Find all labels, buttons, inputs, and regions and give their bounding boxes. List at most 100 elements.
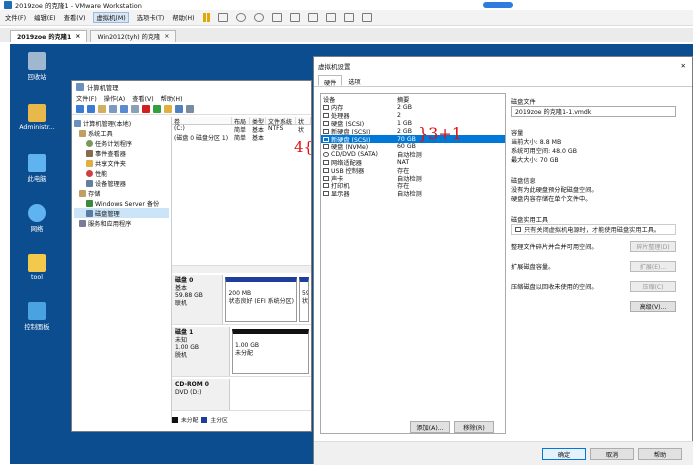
list-icon[interactable] — [131, 104, 139, 113]
tree-item-shared-folders[interactable]: 共享文件夹 — [74, 158, 169, 168]
compact-button[interactable]: 压缩(C) — [630, 281, 676, 292]
tree-item-storage[interactable]: 存储 — [74, 188, 169, 198]
back-icon[interactable] — [76, 104, 84, 113]
cm-menu-file[interactable]: 文件(F) — [76, 94, 97, 103]
send-ctrl-alt-del-icon[interactable] — [217, 13, 228, 22]
legend-label: 未分配 — [181, 418, 199, 424]
menu-vm[interactable]: 虚拟机(M) — [93, 12, 129, 23]
menu-view[interactable]: 查看(V) — [64, 13, 86, 22]
col-status[interactable]: 状 — [296, 117, 311, 126]
advanced-button[interactable]: 高级(V)... — [630, 301, 676, 312]
annotation-left: 4{ — [294, 138, 314, 156]
disk-1-label[interactable]: 磁盘 1 未知 1.00 GB 脱机 — [172, 327, 230, 376]
device-row-display[interactable]: 显示器 自动检测 — [321, 190, 505, 198]
help-icon[interactable] — [120, 104, 128, 113]
close-icon[interactable]: ✕ — [681, 62, 686, 70]
tree-item-event-viewer[interactable]: 事件查看器 — [74, 148, 169, 158]
col-summary[interactable]: 摘要 — [397, 95, 505, 104]
menu-help[interactable]: 帮助(H) — [172, 13, 194, 22]
disk-0-label[interactable]: 磁盘 0 基本 59.88 GB 联机 — [172, 275, 224, 324]
partition-c[interactable]: 59 状 — [299, 277, 309, 322]
search-icon[interactable] — [175, 104, 183, 113]
tab-hardware[interactable]: 硬件 — [318, 75, 343, 87]
tree-item-services-apps[interactable]: 服务和应用程序 — [74, 218, 169, 228]
snapshot-manager-icon[interactable] — [271, 13, 282, 22]
tree-item-task-scheduler[interactable]: 任务计划程序 — [74, 138, 169, 148]
fullscreen-icon[interactable] — [325, 13, 336, 22]
unity-icon[interactable] — [343, 13, 354, 22]
monitor-icon — [323, 191, 329, 197]
ok-button[interactable]: 确定 — [542, 448, 586, 460]
menu-edit[interactable]: 编辑(E) — [34, 13, 56, 22]
fullscreen-toolbar-handle[interactable] — [483, 2, 513, 8]
cdrom-0-label[interactable]: CD-ROM 0 DVD (D:) — [172, 379, 230, 410]
tree-item-device-manager[interactable]: 设备管理器 — [74, 178, 169, 188]
tree-item-windows-server-backup[interactable]: Windows Server 备份 — [74, 198, 169, 208]
tree-label: 存储 — [88, 190, 101, 198]
thumbnail-view-icon[interactable] — [307, 13, 318, 22]
horizontal-scrollbar[interactable] — [172, 265, 311, 273]
disk-status: 脱机 — [175, 351, 188, 359]
defragment-button[interactable]: 碎片整理(D) — [630, 241, 676, 252]
cm-menu-view[interactable]: 查看(V) — [132, 94, 153, 103]
help-button[interactable]: 帮助 — [638, 448, 682, 460]
col-type[interactable]: 类型 — [250, 117, 266, 126]
check-icon[interactable] — [153, 104, 161, 113]
tab-vm-2019zoe-clone[interactable]: 2019zoe 的克隆1 × — [10, 30, 88, 42]
volume-row[interactable]: (磁盘 0 磁盘分区 1) 简单 基本 — [172, 133, 311, 142]
tab-options[interactable]: 选项 — [343, 75, 365, 86]
snapshot-icon[interactable] — [235, 13, 246, 22]
event-log-icon — [86, 149, 93, 157]
cm-menu-action[interactable]: 操作(A) — [104, 94, 125, 103]
close-icon[interactable]: × — [75, 33, 80, 40]
desktop-icon-administrator[interactable]: Administr... — [14, 104, 60, 131]
tree-label: 性能 — [95, 170, 108, 178]
desktop-icon-recycle-bin[interactable]: 回收站 — [14, 52, 60, 81]
storage-icon — [79, 189, 86, 197]
desktop-icon-tool[interactable]: tool — [14, 254, 60, 281]
tab-vm-win2012-clone[interactable]: Win2012(tyh) 的克隆 × — [90, 30, 177, 42]
network-icon — [28, 204, 46, 222]
disk-file-field[interactable]: 2019zoe 的克隆1-1.vmdk — [511, 106, 676, 117]
up-icon[interactable] — [98, 104, 106, 113]
annotation-right: }3+1 — [418, 124, 462, 143]
forward-icon[interactable] — [87, 104, 95, 113]
cancel-button[interactable]: 取消 — [590, 448, 634, 460]
capacity-section: 容量 当前大小: 8.8 MB 系统可用空间: 48.0 GB 最大大小: 70… — [511, 129, 676, 165]
desktop-icon-network[interactable]: 网络 — [14, 204, 60, 233]
device-name: 硬盘 (NVMe) — [331, 144, 369, 152]
partition-efi[interactable]: 200 MB 状态良好 (EFI 系统分区) — [225, 277, 297, 322]
util-text: 扩展磁盘容量。 — [511, 264, 555, 271]
properties-icon[interactable] — [109, 104, 117, 113]
pause-icon[interactable] — [202, 13, 210, 22]
remove-hardware-button[interactable]: 移除(R) — [454, 421, 494, 433]
disk-icon[interactable] — [186, 104, 194, 113]
revert-snapshot-icon[interactable] — [253, 13, 264, 22]
console-view-icon[interactable] — [361, 13, 372, 22]
col-volume[interactable]: 卷 — [172, 117, 232, 126]
menu-file[interactable]: 文件(F) — [5, 13, 26, 22]
col-device[interactable]: 设备 — [321, 95, 397, 104]
partition-unallocated[interactable]: 1.00 GB 未分配 — [232, 329, 309, 374]
device-summary: 自动检测 — [397, 152, 422, 160]
folder-open-icon[interactable] — [164, 104, 172, 113]
delete-icon[interactable] — [142, 104, 150, 113]
tree-item-disk-management[interactable]: 磁盘管理 — [74, 208, 169, 218]
add-hardware-button[interactable]: 添加(A)... — [410, 421, 450, 433]
compact-row: 压缩磁盘以回收未使用的空间。 压缩(C) — [511, 281, 676, 292]
cm-menu-help[interactable]: 帮助(H) — [161, 94, 183, 103]
desktop-icon-this-pc[interactable]: 此电脑 — [14, 154, 60, 183]
expand-button[interactable]: 扩展(E)... — [630, 261, 676, 272]
tree-item-system-tools[interactable]: 系统工具 — [74, 128, 169, 138]
col-filesystem[interactable]: 文件系统 — [266, 117, 296, 126]
disk-0-row: 磁盘 0 基本 59.88 GB 联机 200 MB 状态良好 (EFI 系统分… — [172, 275, 311, 325]
library-view-icon[interactable] — [289, 13, 300, 22]
col-layout[interactable]: 布局 — [232, 117, 250, 126]
menu-tabs[interactable]: 选项卡(T) — [137, 13, 165, 22]
disk-type: 基本 — [175, 284, 188, 292]
tree-item-computer-management[interactable]: 计算机管理(本地) — [74, 118, 169, 128]
close-icon[interactable]: × — [164, 33, 169, 40]
volume-row[interactable]: (C:) 简单 基本 NTFS 状 — [172, 125, 311, 134]
desktop-icon-control-panel[interactable]: 控制面板 — [14, 302, 60, 331]
tree-item-performance[interactable]: 性能 — [74, 168, 169, 178]
